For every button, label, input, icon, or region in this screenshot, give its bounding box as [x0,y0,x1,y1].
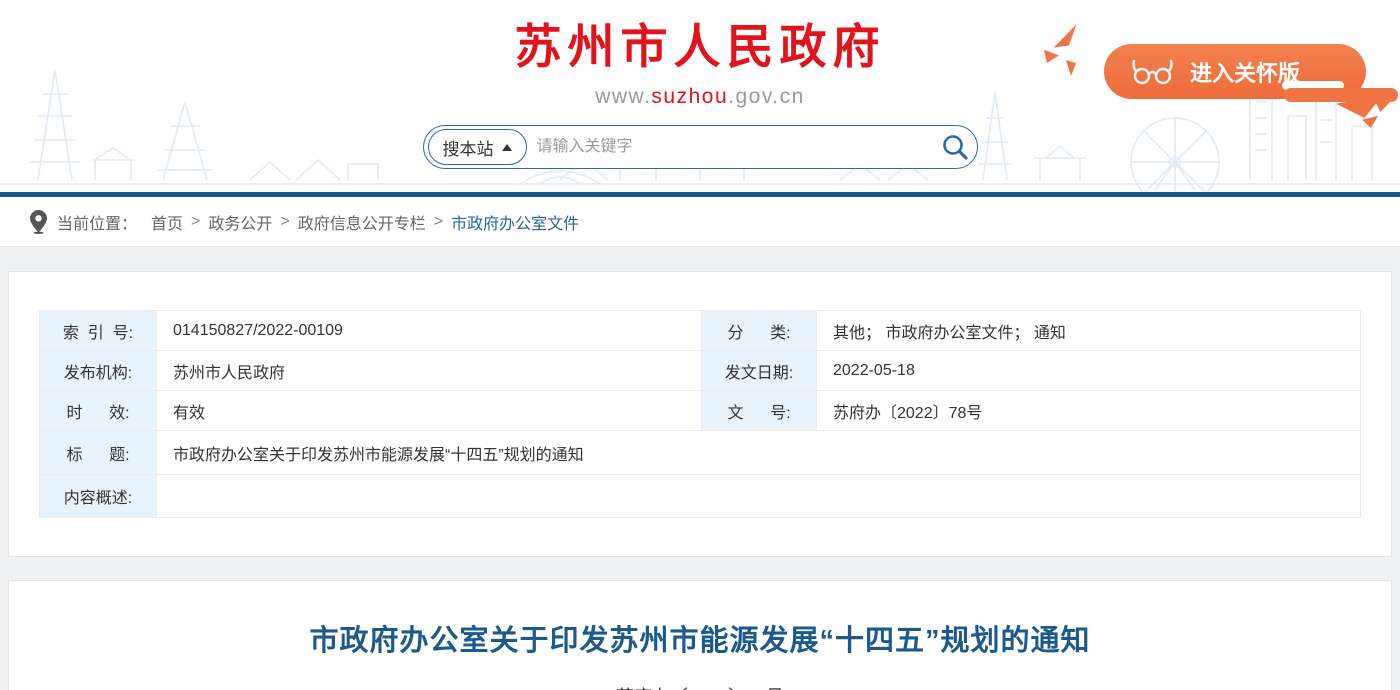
validity-value: 有效 [157,391,702,431]
validity-label: 时 效: [40,391,157,431]
glasses-icon [1130,58,1176,86]
breadcrumb-item-office-documents[interactable]: 市政府办公室文件 [451,210,579,234]
metadata-table: 索 引 号: 014150827/2022-00109 分 类: 其他； 市政府… [39,310,1361,518]
breadcrumb-separator: > [280,213,289,231]
index-number-value: 014150827/2022-00109 [157,311,702,351]
content-summary-value [157,475,1361,518]
breadcrumb-item-govinfo[interactable]: 政务公开 [208,210,272,234]
issue-date-label: 发文日期: [702,351,817,391]
title-label: 标 题: [40,431,157,475]
table-row: 内容概述: [40,475,1361,518]
issuing-agency-label: 发布机构: [40,351,157,391]
chevron-up-icon [502,144,512,151]
breadcrumb-item-home[interactable]: 首页 [151,210,183,234]
breadcrumb-item-disclosure-column[interactable]: 政府信息公开专栏 [298,210,426,234]
table-row: 时 效: 有效 文 号: 苏府办〔2022〕78号 [40,391,1361,431]
site-url-prefix: www. [595,85,651,108]
search-input[interactable] [527,138,941,156]
document-number: 苏府办〔2022〕78号 [9,683,1391,690]
site-url-suffix: .gov.cn [728,85,805,108]
document-number-label: 文 号: [702,391,817,431]
search-button[interactable] [941,133,969,161]
title-value: 市政府办公室关于印发苏州市能源发展“十四五”规划的通知 [157,431,1361,475]
document-number-value: 苏府办〔2022〕78号 [817,391,1361,431]
issue-date-value: 2022-05-18 [817,351,1361,391]
category-label: 分 类: [702,311,817,351]
breadcrumb-separator: > [191,213,200,231]
breadcrumb-prefix: 当前位置： [57,210,137,234]
category-value: 其他； 市政府办公室文件； 通知 [817,311,1361,351]
document-body-card: 市政府办公室关于印发苏州市能源发展“十四五”规划的通知 苏府办〔2022〕78号 [8,580,1392,690]
issuing-agency-value: 苏州市人民政府 [157,351,702,391]
document-title: 市政府办公室关于印发苏州市能源发展“十四五”规划的通知 [9,617,1391,659]
care-version-widget: 进入关怀版 [1104,44,1400,124]
site-header: 苏州市人民政府 www.suzhou.gov.cn 搜本站 进 [0,0,1400,197]
document-metadata-card: 索 引 号: 014150827/2022-00109 分 类: 其他； 市政府… [8,271,1392,557]
search-scope-label: 搜本站 [443,135,494,160]
site-url-domain: suzhou [651,85,728,108]
table-row: 发布机构: 苏州市人民政府 发文日期: 2022-05-18 [40,351,1361,391]
search-scope-select[interactable]: 搜本站 [428,129,527,165]
table-row: 标 题: 市政府办公室关于印发苏州市能源发展“十四五”规划的通知 [40,431,1361,475]
breadcrumb-separator: > [434,213,443,231]
table-row: 索 引 号: 014150827/2022-00109 分 类: 其他； 市政府… [40,311,1361,351]
search-icon [941,133,969,161]
index-number-label: 索 引 号: [40,311,157,351]
site-search-bar: 搜本站 [423,125,978,169]
location-pin-icon [30,210,47,234]
content-summary-label: 内容概述: [40,475,157,518]
breadcrumb: 当前位置： 首页 > 政务公开 > 政府信息公开专栏 > 市政府办公室文件 [0,197,1400,247]
